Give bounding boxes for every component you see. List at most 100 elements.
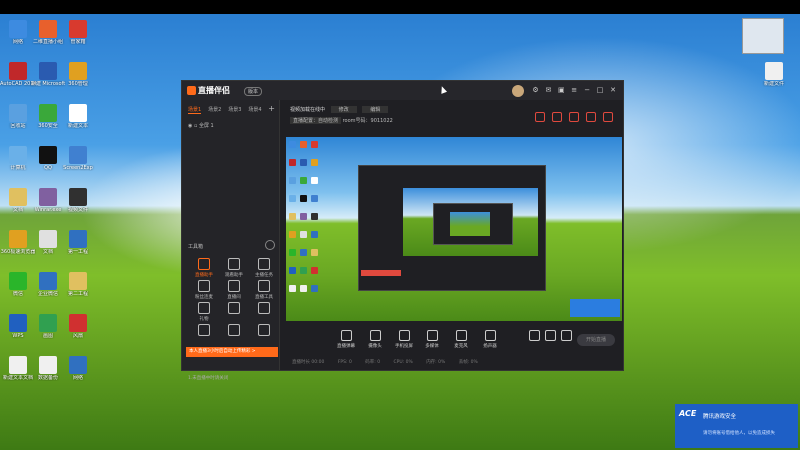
danmaku-button[interactable]: 直播弹幕 bbox=[332, 330, 360, 349]
preview-desktop-icon bbox=[289, 195, 296, 202]
minimize-icon[interactable]: − bbox=[583, 86, 591, 94]
close-icon[interactable]: ✕ bbox=[609, 86, 617, 94]
menu-icon[interactable]: ≡ bbox=[570, 86, 578, 94]
tool-item[interactable] bbox=[220, 302, 248, 316]
tools-more-icon[interactable] bbox=[265, 240, 275, 250]
tool-item[interactable]: 直播助手 bbox=[190, 258, 218, 278]
desktop-icon-file[interactable]: 新建文件 bbox=[756, 62, 792, 87]
desktop-icon[interactable]: 风扇 bbox=[60, 314, 96, 339]
tool-item[interactable]: 观看助手 bbox=[220, 258, 248, 278]
logo-mark-icon bbox=[187, 86, 196, 95]
tool-item[interactable] bbox=[250, 324, 278, 338]
layout-icon[interactable] bbox=[569, 112, 580, 122]
settings-button[interactable] bbox=[552, 330, 580, 341]
tab-scene-4[interactable]: 场景4 bbox=[248, 106, 261, 113]
tool-item[interactable]: 直播工具 bbox=[250, 280, 278, 300]
app-icon bbox=[9, 188, 27, 206]
app-icon bbox=[9, 314, 27, 332]
lock-icon[interactable] bbox=[552, 112, 563, 122]
preview-desktop-icon bbox=[289, 267, 296, 274]
go-live-button[interactable]: 开始直播 bbox=[577, 334, 615, 346]
desktop-icon[interactable]: 视频文件 bbox=[60, 188, 96, 213]
modify-button[interactable]: 修改 bbox=[330, 106, 357, 113]
desktop-screenshot-file[interactable] bbox=[742, 18, 784, 54]
scene-source-row[interactable]: ◉ ▫ 全屏 1 bbox=[188, 122, 214, 129]
live-preview[interactable] bbox=[286, 137, 622, 321]
desktop-icon[interactable]: 新建文本 bbox=[60, 104, 96, 129]
edit-field[interactable]: 编辑 bbox=[362, 106, 389, 113]
bell-icon[interactable] bbox=[586, 112, 597, 122]
lock-icon[interactable]: ▫ bbox=[194, 123, 197, 129]
preview-desktop-icon bbox=[289, 249, 296, 256]
message-icon[interactable]: ✉ bbox=[544, 86, 552, 94]
avatar[interactable] bbox=[512, 85, 524, 97]
stream-config[interactable]: 直播配置：自动检测 bbox=[290, 117, 342, 124]
media-button[interactable]: 多媒体 bbox=[418, 330, 446, 349]
tool-item[interactable] bbox=[190, 324, 218, 338]
app-icon bbox=[69, 146, 87, 164]
app-icon bbox=[69, 62, 87, 80]
app-icon bbox=[39, 104, 57, 122]
security-toast[interactable]: ACE 腾讯游戏安全 请勿将账号借给他人，以免造成损失 bbox=[675, 404, 798, 448]
tab-scene-1[interactable]: 场景1 bbox=[188, 106, 202, 114]
desktop-icon-label: 视频文件 bbox=[67, 207, 88, 213]
toast-desc: 请勿将账号借给他人，以免造成损失 bbox=[703, 431, 775, 436]
tool-icon bbox=[258, 324, 270, 336]
microphone-icon bbox=[455, 330, 467, 341]
tool-item[interactable]: 礼物 bbox=[190, 302, 218, 322]
phone-icon bbox=[398, 330, 410, 341]
tool-item[interactable] bbox=[250, 302, 278, 316]
preview-desktop-icon bbox=[300, 231, 307, 238]
main-panel: 视频加载在线中 修改 编辑 直播配置：自动检测 room号码：9011022 直… bbox=[280, 100, 623, 370]
app-icon bbox=[69, 272, 87, 290]
promo-banner[interactable]: 本人直播3小时后自动上传精彩 > bbox=[186, 347, 278, 357]
tab-scene-3[interactable]: 场景3 bbox=[228, 106, 241, 113]
tool-item[interactable]: 主播任务 bbox=[250, 258, 278, 278]
maximize-icon[interactable]: □ bbox=[596, 86, 604, 94]
microphone-button[interactable]: 麦克风 bbox=[447, 330, 475, 349]
camera-button[interactable]: 摄像头 bbox=[361, 330, 389, 349]
tool-item[interactable]: 粉丝连麦 bbox=[190, 280, 218, 300]
preview-desktop-icon bbox=[300, 177, 307, 184]
eye-icon[interactable]: ◉ bbox=[188, 123, 192, 129]
desktop-icon[interactable]: Screen2Exp bbox=[60, 146, 96, 171]
desktop-icon[interactable]: 第二工程 bbox=[60, 272, 96, 297]
shop-icon[interactable] bbox=[535, 112, 546, 122]
settings-icon[interactable]: ⚙ bbox=[531, 86, 539, 94]
app-icon bbox=[9, 62, 27, 80]
version-badge[interactable]: 版本 bbox=[244, 87, 263, 96]
tool-item[interactable]: 直播间 bbox=[220, 280, 248, 300]
desktop-icon[interactable]: 网络 bbox=[60, 356, 96, 381]
desktop-icon[interactable]: 管家箱 bbox=[60, 20, 96, 45]
speaker-button[interactable]: 扬声器 bbox=[476, 330, 504, 349]
tool-label: 礼物 bbox=[199, 317, 209, 322]
desktop-icon-label: 风扇 bbox=[72, 333, 83, 339]
tool-item[interactable] bbox=[220, 324, 248, 338]
status-bar: 直播时长 00:00 FPS: 0 码率: 0 CPU: 0% 内存: 0% 丢… bbox=[280, 356, 623, 370]
share-icon[interactable] bbox=[603, 112, 613, 122]
tool-label: 粉丝连麦 bbox=[195, 295, 213, 300]
tool-label: 主播任务 bbox=[255, 273, 273, 278]
status-bitrate: 码率: 0 bbox=[365, 360, 381, 365]
app-icon bbox=[9, 356, 27, 374]
phone-cast-button[interactable]: 手机投屏 bbox=[390, 330, 418, 349]
microphone-label: 麦克风 bbox=[454, 344, 468, 349]
tab-scene-2[interactable]: 场景2 bbox=[208, 106, 221, 113]
title-bar: 直播伴侣 版本 ⚙ ✉ ▣ ≡ − □ ✕ bbox=[182, 81, 623, 100]
desktop-icon-label: 第二工程 bbox=[67, 291, 88, 297]
preview-desktop-icon bbox=[311, 249, 318, 256]
toast-logo: ACE bbox=[679, 409, 697, 418]
app-icon bbox=[39, 272, 57, 290]
desktop-icon-label: 第一工程 bbox=[67, 249, 88, 255]
desktop-icon[interactable]: 360管理 bbox=[60, 62, 96, 87]
app-icon bbox=[9, 20, 27, 38]
desktop-icon[interactable]: 第一工程 bbox=[60, 230, 96, 255]
preview-desktop-icon bbox=[311, 285, 318, 292]
gift-icon[interactable]: ▣ bbox=[557, 86, 565, 94]
preview-desktop-icon bbox=[311, 159, 318, 166]
tool-icon bbox=[228, 324, 240, 336]
scene-source-label: 全屏 1 bbox=[198, 123, 214, 129]
add-scene-icon[interactable]: + bbox=[268, 104, 275, 113]
phone-cast-label: 手机投屏 bbox=[395, 344, 413, 349]
status-fps: FPS: 0 bbox=[337, 360, 352, 365]
